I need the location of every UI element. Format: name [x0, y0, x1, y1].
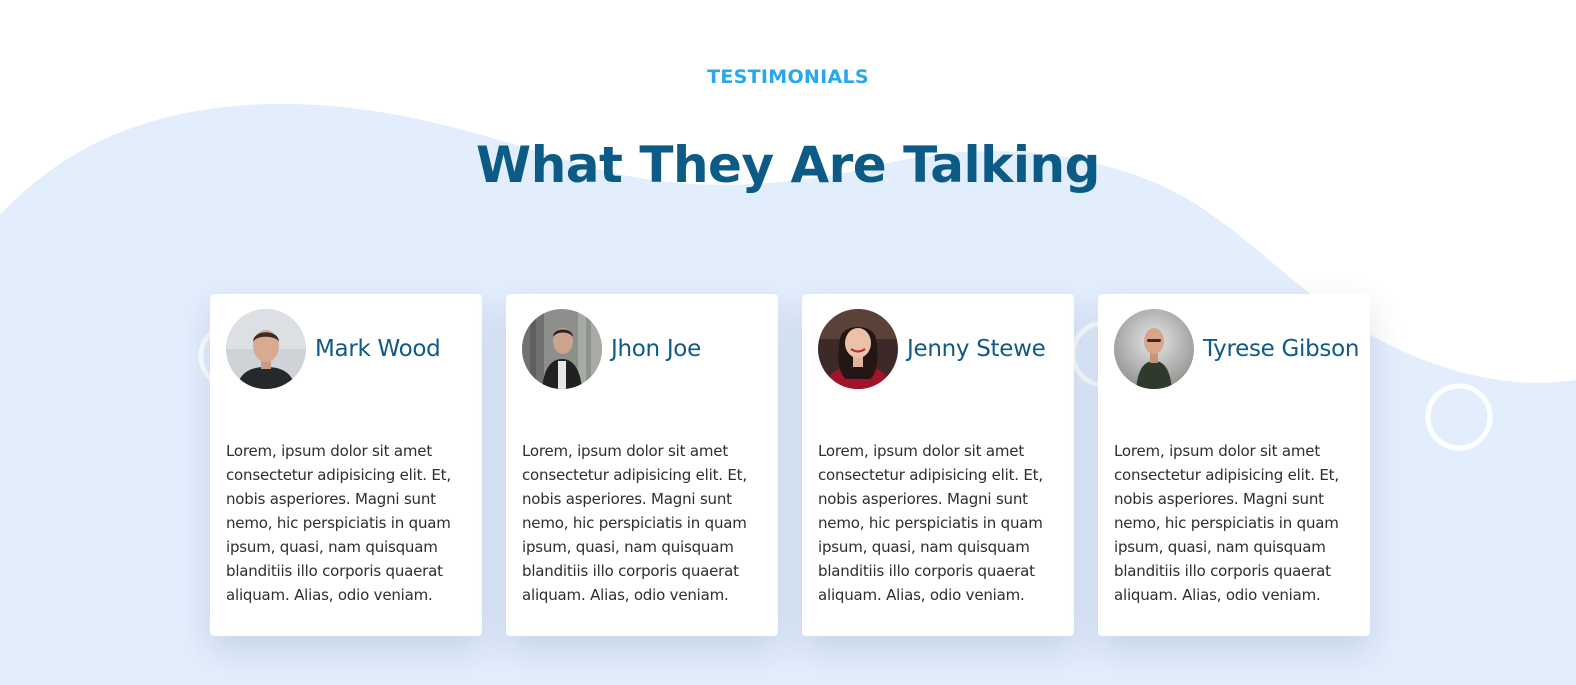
- avatar: [1114, 309, 1194, 389]
- testimonial-card: Mark Wood Lorem, ipsum dolor sit amet co…: [210, 294, 482, 636]
- card-header: Mark Wood: [226, 309, 466, 389]
- avatar: [818, 309, 898, 389]
- avatar: [226, 309, 306, 389]
- card-header: Jenny Stewe: [818, 309, 1058, 389]
- card-header: Tyrese Gibson: [1114, 309, 1359, 389]
- card-header: Jhon Joe: [522, 309, 762, 389]
- testimonial-quote: Lorem, ipsum dolor sit amet consectetur …: [818, 442, 1043, 604]
- author-name: Jenny Stewe: [907, 336, 1046, 362]
- section-heading: What They Are Talking: [476, 136, 1100, 194]
- section-eyebrow: TESTIMONIALS: [707, 66, 869, 88]
- testimonial-quote: Lorem, ipsum dolor sit amet consectetur …: [522, 442, 747, 604]
- author-name: Jhon Joe: [611, 336, 701, 362]
- testimonials-section: TESTIMONIALS What They Are Talking Mark …: [0, 0, 1576, 685]
- testimonial-card: Jhon Joe Lorem, ipsum dolor sit amet con…: [506, 294, 778, 636]
- author-name: Mark Wood: [315, 336, 441, 362]
- testimonial-cards: Mark Wood Lorem, ipsum dolor sit amet co…: [210, 294, 1370, 636]
- testimonial-card: Jenny Stewe Lorem, ipsum dolor sit amet …: [802, 294, 1074, 636]
- avatar: [522, 309, 602, 389]
- testimonial-card: Tyrese Gibson Lorem, ipsum dolor sit ame…: [1098, 294, 1370, 636]
- testimonial-quote: Lorem, ipsum dolor sit amet consectetur …: [1114, 442, 1339, 604]
- testimonial-quote: Lorem, ipsum dolor sit amet consectetur …: [226, 442, 451, 604]
- author-name: Tyrese Gibson: [1203, 336, 1360, 362]
